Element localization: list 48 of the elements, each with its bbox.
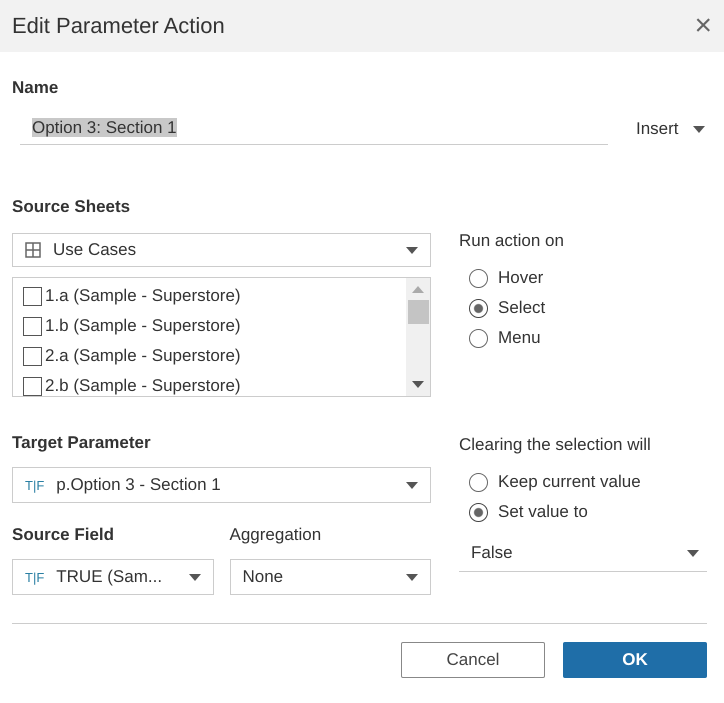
- source-sheets-label: Source Sheets: [12, 197, 132, 217]
- checkbox[interactable]: [23, 346, 42, 366]
- radio-button[interactable]: [469, 298, 488, 318]
- checkbox[interactable]: [23, 376, 42, 396]
- target-parameter-label: Target Parameter: [12, 433, 152, 453]
- checkbox[interactable]: [23, 316, 42, 336]
- name-field[interactable]: Option 3: Section 1: [20, 114, 608, 145]
- target-parameter-dropdown[interactable]: T|F p.Option 3 - Section 1: [12, 467, 431, 503]
- sheet-name[interactable]: 1.b (Sample - Superstore): [45, 316, 241, 336]
- caret-icon: [687, 550, 699, 556]
- boolean-type-icon: T|F: [25, 478, 44, 492]
- clearing-label: Clearing the selection will: [459, 435, 652, 455]
- source-field-dropdown[interactable]: T|F TRUE (Sam...: [12, 559, 214, 595]
- checkbox[interactable]: [23, 286, 42, 306]
- aggregation-label: Aggregation: [230, 525, 322, 545]
- run-action-label: Run action on: [459, 231, 565, 251]
- grid-icon: [25, 242, 41, 258]
- source-sheets-dropdown[interactable]: Use Cases: [12, 233, 431, 267]
- radio-label[interactable]: Set value to: [498, 502, 588, 522]
- aggregation-dropdown[interactable]: None: [230, 559, 431, 595]
- source-field-label: Source Field: [12, 525, 116, 545]
- sheet-name[interactable]: 1.a (Sample - Superstore): [45, 286, 241, 306]
- sheet-name[interactable]: 2.a (Sample - Superstore): [45, 346, 241, 366]
- radio-button[interactable]: [469, 472, 488, 492]
- radio-label[interactable]: Keep current value: [498, 472, 641, 492]
- caret-icon: [406, 574, 418, 580]
- radio-label[interactable]: Select: [498, 298, 546, 318]
- radio-button[interactable]: [469, 328, 488, 348]
- caret-icon: [412, 381, 424, 388]
- insert-dropdown[interactable]: Insert: [630, 118, 711, 145]
- ok-button[interactable]: OK: [563, 642, 707, 678]
- value-dropdown[interactable]: False: [459, 533, 707, 572]
- sheet-name[interactable]: 2.b (Sample - Superstore): [45, 376, 241, 396]
- radio-button[interactable]: [469, 268, 488, 288]
- window-title: Edit Parameter Action: [12, 13, 225, 39]
- boolean-type-icon: T|F: [25, 570, 44, 584]
- scrollbar[interactable]: [406, 278, 430, 396]
- name-label: Name: [12, 78, 60, 98]
- caret-icon: [188, 574, 200, 580]
- caret-icon: [406, 246, 418, 254]
- close-button[interactable]: ×: [690, 11, 712, 41]
- caret-icon: [406, 482, 418, 488]
- radio-label[interactable]: Hover: [498, 268, 544, 288]
- caret-icon: [692, 126, 705, 132]
- radio-label[interactable]: Menu: [498, 328, 541, 348]
- cancel-button[interactable]: Cancel: [401, 642, 545, 678]
- scrollbar-thumb[interactable]: [408, 300, 428, 324]
- radio-button[interactable]: [469, 502, 488, 522]
